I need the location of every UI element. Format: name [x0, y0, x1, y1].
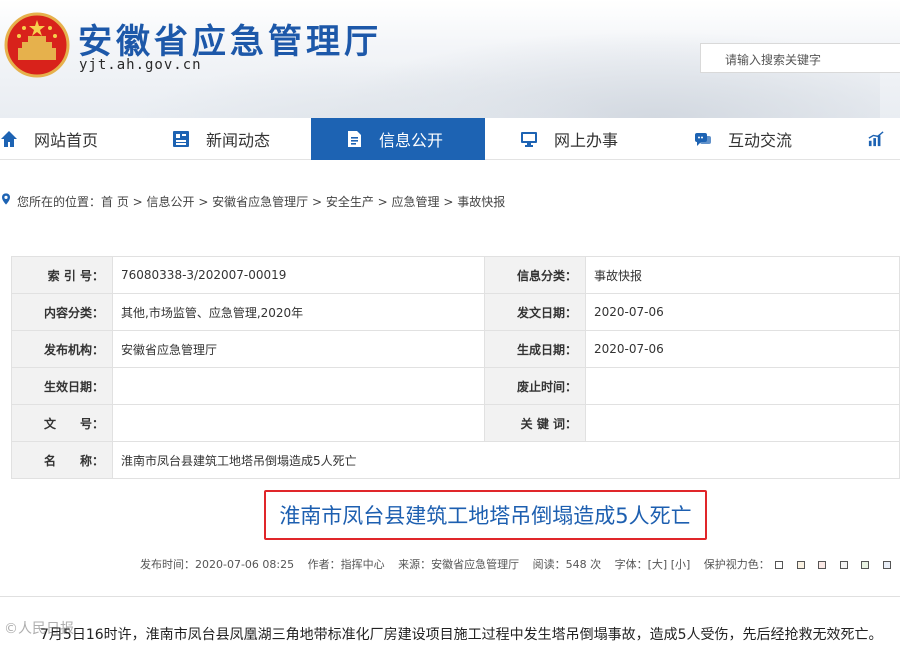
nav-news[interactable]: 新闻动态 — [172, 118, 310, 160]
document-meta-table: 索 引 号： 76080338-3/202007-00019 信息分类： 事故快… — [11, 256, 900, 479]
nav-data[interactable] — [868, 118, 900, 160]
breadcrumb-text[interactable]: 您所在的位置：首 页 > 信息公开 > 安徽省应急管理厅 > 安全生产 > 应急… — [17, 193, 505, 210]
color-swatch[interactable] — [818, 561, 827, 569]
nav-interaction[interactable]: 互动交流 — [694, 118, 832, 160]
chat-icon — [695, 133, 711, 146]
name-label: 名 称： — [11, 441, 113, 479]
font-size-control[interactable]: 字体：[大] [小] — [615, 558, 691, 571]
article-body: 7月5日16时许，淮南市凤台县凤凰湖三角地带标准化厂房建设项目施工过程中发生塔吊… — [40, 627, 883, 643]
color-swatch[interactable] — [861, 561, 870, 569]
nav-info-public-label: 信息公开 — [379, 131, 444, 150]
index-label: 索 引 号： — [11, 256, 113, 294]
category-label: 信息分类： — [484, 256, 586, 294]
nav-online-service[interactable]: 网上办事 — [520, 118, 658, 160]
article-title-highlight: 淮南市凤台县建筑工地塔吊倒塌造成5人死亡 — [264, 490, 707, 540]
name-value: 淮南市凤台县建筑工地塔吊倒塌造成5人死亡 — [112, 441, 900, 479]
monitor-icon — [521, 132, 537, 147]
publish-time: 发布时间：2020-07-06 08:25 — [140, 558, 295, 571]
color-swatch[interactable] — [882, 561, 891, 569]
doc-no-value — [112, 404, 485, 442]
table-row: 文 号： 关 键 词： — [11, 404, 900, 442]
nav-online-service-label: 网上办事 — [554, 131, 619, 150]
nav-home-label: 网站首页 — [34, 131, 99, 150]
keywords-label: 关 键 词： — [484, 404, 586, 442]
table-row: 名 称： 淮南市凤台县建筑工地塔吊倒塌造成5人死亡 — [11, 441, 900, 479]
issue-date-label: 发文日期： — [484, 293, 586, 331]
table-row: 发布机构： 安徽省应急管理厅 生成日期： 2020-07-06 — [11, 330, 900, 368]
created-label: 生成日期： — [484, 330, 586, 368]
content-value: 其他,市场监管、应急管理,2020年 — [112, 293, 485, 331]
color-swatch[interactable] — [775, 561, 784, 569]
category-value: 事故快报 — [585, 256, 900, 294]
view-count: 阅读：548 次 — [532, 558, 602, 571]
document-icon — [348, 131, 361, 147]
nav-home[interactable]: 网站首页 — [0, 118, 138, 160]
news-icon — [173, 131, 189, 147]
article-author: 作者：指挥中心 — [307, 558, 385, 571]
search-input[interactable]: 请输入搜索关键字 — [700, 43, 900, 73]
eye-protect-label: 保护视力色： — [703, 558, 770, 571]
site-domain: yjt.ah.gov.cn — [79, 57, 202, 73]
breadcrumb: 您所在的位置：首 页 > 信息公开 > 安徽省应急管理厅 > 安全生产 > 应急… — [0, 188, 900, 212]
search-placeholder: 请输入搜索关键字 — [725, 53, 822, 67]
color-swatch[interactable] — [839, 561, 848, 569]
table-row: 内容分类： 其他,市场监管、应急管理,2020年 发文日期： 2020-07-0… — [11, 293, 900, 331]
effective-label: 生效日期： — [11, 367, 113, 405]
effective-value — [112, 367, 485, 405]
nav-news-label: 新闻动态 — [206, 131, 271, 150]
index-value: 76080338-3/202007-00019 — [112, 256, 485, 294]
table-row: 索 引 号： 76080338-3/202007-00019 信息分类： 事故快… — [11, 256, 900, 294]
divider — [0, 596, 900, 597]
doc-no-label: 文 号： — [11, 404, 113, 442]
issue-date-value: 2020-07-06 — [585, 293, 900, 331]
site-name[interactable]: 安徽省应急管理厅 — [78, 14, 382, 63]
main-nav: 网站首页 新闻动态 信息公开 网上办事 互动交流 — [0, 118, 900, 160]
content-label: 内容分类： — [11, 293, 113, 331]
created-value: 2020-07-06 — [585, 330, 900, 368]
nav-interaction-label: 互动交流 — [728, 131, 793, 150]
abolish-label: 废止时间： — [484, 367, 586, 405]
article-info-line: 发布时间：2020-07-06 08:25 作者：指挥中心 来源：安徽省应急管理… — [140, 556, 900, 572]
color-swatch[interactable] — [796, 561, 805, 569]
site-header: 安徽省应急管理厅 yjt.ah.gov.cn 请输入搜索关键字 — [0, 0, 900, 118]
publisher-label: 发布机构： — [11, 330, 113, 368]
chart-icon — [868, 131, 884, 147]
table-row: 生效日期： 废止时间： — [11, 367, 900, 405]
article-source: 来源：安徽省应急管理厅 — [398, 558, 520, 571]
nav-info-public[interactable]: 信息公开 — [311, 118, 485, 160]
national-emblem-logo[interactable] — [4, 12, 70, 78]
article-title: 淮南市凤台县建筑工地塔吊倒塌造成5人死亡 — [279, 504, 692, 528]
location-icon — [2, 193, 10, 205]
publisher-value: 安徽省应急管理厅 — [112, 330, 485, 368]
abolish-value — [585, 367, 900, 405]
keywords-value — [585, 404, 900, 442]
home-icon — [1, 131, 17, 147]
